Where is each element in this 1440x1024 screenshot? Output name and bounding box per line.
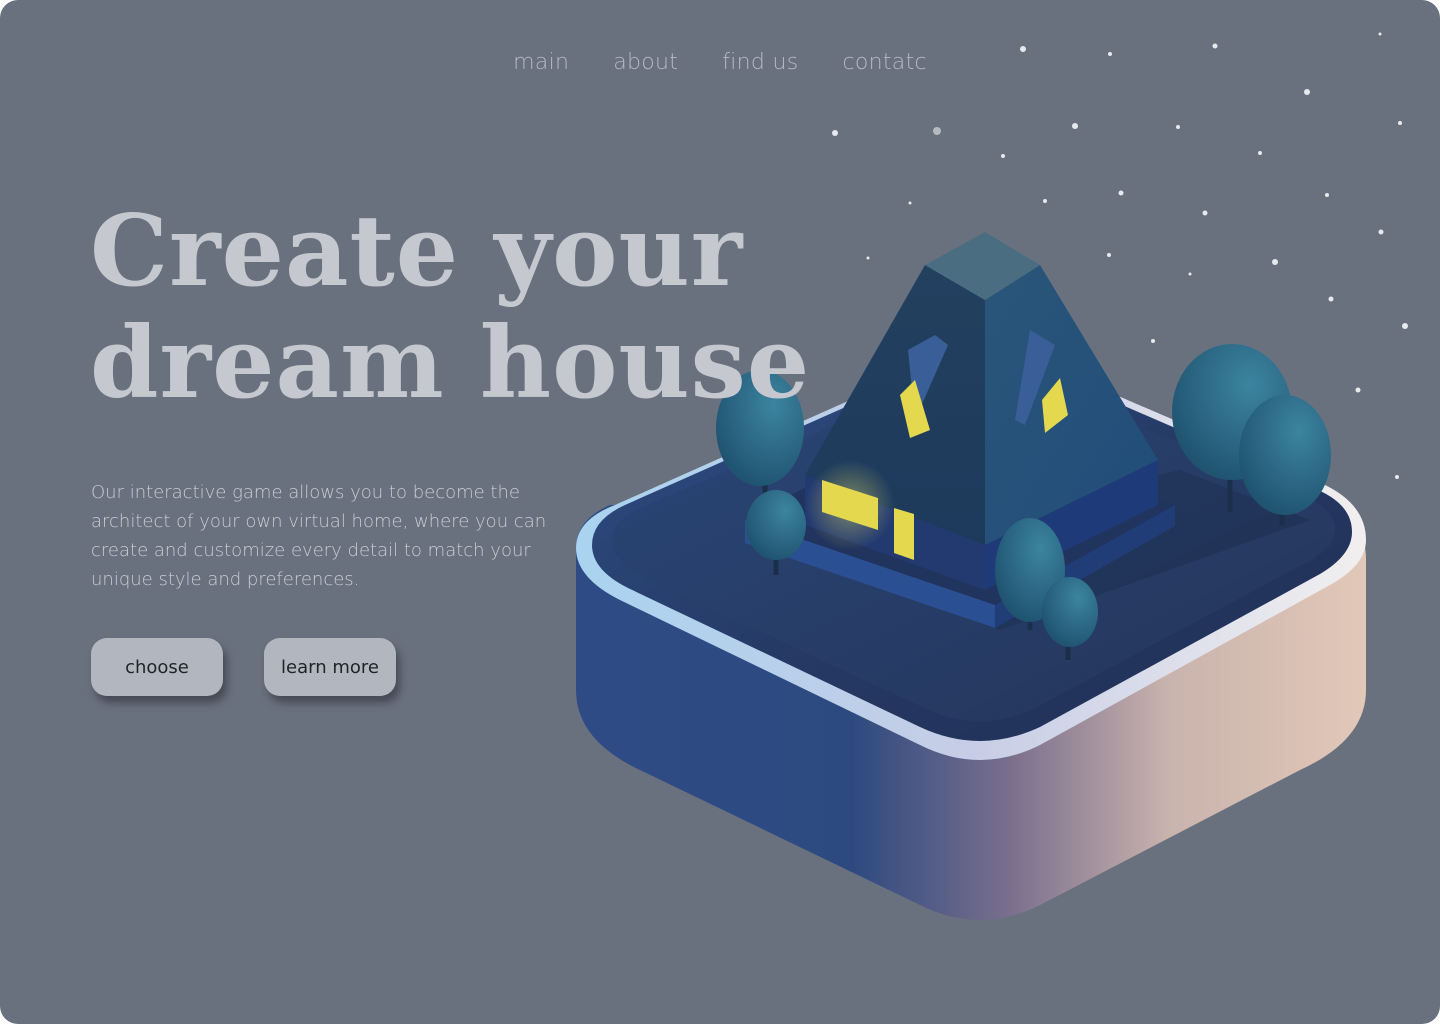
learn-more-button[interactable]: learn more	[264, 638, 396, 696]
hero-title-line2: dream house	[90, 306, 811, 421]
nav-item-main[interactable]: main	[491, 50, 591, 75]
window-lower-door	[894, 508, 914, 560]
top-nav: main about find us contatc	[0, 50, 1440, 75]
nav-item-about[interactable]: about	[591, 50, 700, 75]
nav-item-contact[interactable]: contatc	[820, 50, 948, 75]
hero-description: Our interactive game allows you to becom…	[91, 482, 547, 590]
choose-button[interactable]: choose	[91, 638, 223, 696]
landing-page: main about find us contatc Create your d…	[0, 0, 1440, 1024]
hero-title-line1: Create your	[90, 194, 744, 309]
nav-item-find-us[interactable]: find us	[700, 50, 820, 75]
hero-title: Create your dream house	[90, 196, 810, 420]
